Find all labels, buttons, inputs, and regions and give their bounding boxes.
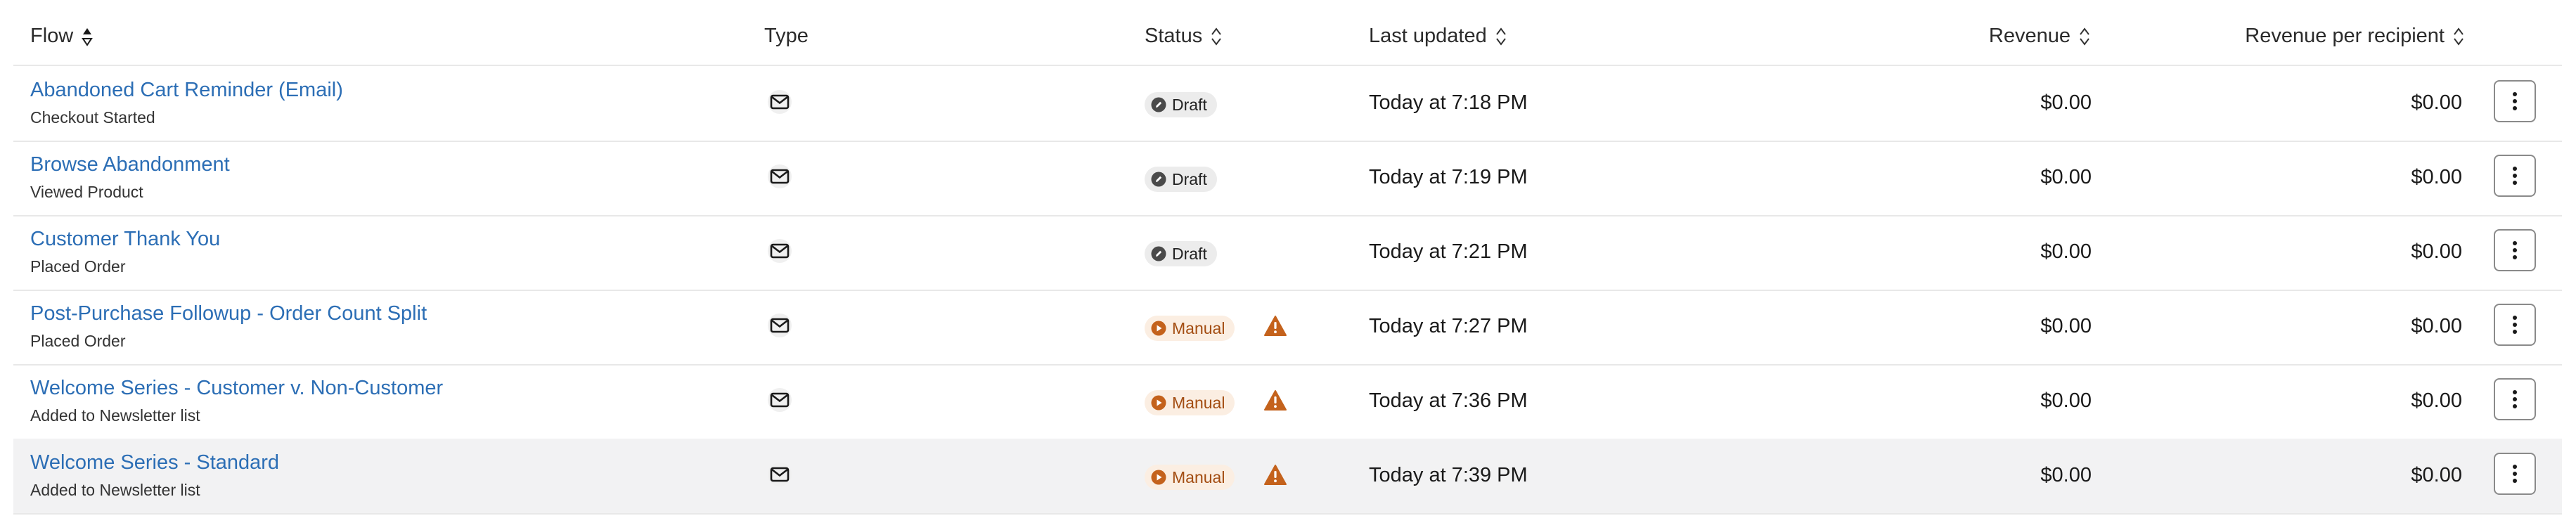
sort-icon[interactable] — [1209, 26, 1223, 47]
last-updated-text: Today at 7:36 PM — [1369, 389, 1528, 412]
row-actions-button[interactable] — [2494, 229, 2536, 271]
last-updated-text: Today at 7:19 PM — [1369, 166, 1528, 188]
status-badge: Draft — [1145, 92, 1217, 117]
envelope-icon — [768, 90, 792, 114]
table-row[interactable]: Welcome Series - Customer v. Non-Custome… — [13, 364, 2562, 440]
column-header-status[interactable]: Status — [1145, 25, 1223, 48]
more-vertical-icon — [2513, 167, 2517, 185]
more-vertical-icon — [2513, 316, 2517, 334]
revenue-value: $0.00 — [2040, 464, 2092, 486]
more-vertical-icon — [2513, 92, 2517, 110]
flow-trigger: Placed Order — [30, 332, 126, 350]
status-badge: Draft — [1145, 241, 1217, 266]
sort-icon[interactable] — [80, 26, 94, 47]
more-vertical-icon — [2513, 241, 2517, 259]
envelope-icon — [768, 463, 792, 486]
revenue-per-recipient-value: $0.00 — [2411, 315, 2462, 337]
revenue-value: $0.00 — [2040, 389, 2092, 412]
row-actions-button[interactable] — [2494, 80, 2536, 122]
flow-name-link[interactable]: Welcome Series - Standard — [30, 451, 279, 474]
pencil-icon — [1151, 172, 1166, 187]
warning-icon[interactable] — [1263, 464, 1287, 486]
column-header-revenue-per-recipient[interactable]: Revenue per recipient — [2245, 25, 2466, 48]
table-row[interactable]: Browse Abandonment Viewed Product Draft … — [13, 141, 2562, 216]
status-badge: Manual — [1145, 390, 1235, 415]
column-header-revenue[interactable]: Revenue — [1989, 25, 2092, 48]
status-badge: Manual — [1145, 316, 1235, 341]
pencil-icon — [1151, 246, 1166, 261]
table-row[interactable]: Post-Purchase Followup - Order Count Spl… — [13, 290, 2562, 366]
flow-trigger: Viewed Product — [30, 183, 143, 201]
revenue-per-recipient-value: $0.00 — [2411, 166, 2462, 188]
status-label: Manual — [1172, 393, 1225, 412]
envelope-icon — [768, 239, 792, 263]
column-label-last-updated: Last updated — [1369, 25, 1487, 47]
row-actions-button[interactable] — [2494, 304, 2536, 346]
status-badge: Manual — [1145, 465, 1235, 490]
last-updated-text: Today at 7:39 PM — [1369, 464, 1528, 486]
play-icon — [1151, 395, 1166, 411]
row-actions-button[interactable] — [2494, 453, 2536, 495]
more-vertical-icon — [2513, 465, 2517, 483]
pencil-icon — [1151, 97, 1166, 112]
envelope-icon — [768, 388, 792, 412]
revenue-per-recipient-value: $0.00 — [2411, 240, 2462, 263]
table-header: Flow Type Status Last updated Revenue Re… — [13, 0, 2562, 66]
flow-name-link[interactable]: Browse Abandonment — [30, 153, 230, 176]
status-label: Draft — [1172, 169, 1207, 188]
revenue-value: $0.00 — [2040, 240, 2092, 263]
revenue-per-recipient-value: $0.00 — [2411, 91, 2462, 114]
status-label: Manual — [1172, 467, 1225, 486]
flow-trigger: Placed Order — [30, 257, 126, 276]
revenue-per-recipient-value: $0.00 — [2411, 389, 2462, 412]
last-updated-text: Today at 7:18 PM — [1369, 91, 1528, 114]
status-label: Draft — [1172, 95, 1207, 114]
sort-icon[interactable] — [2078, 26, 2092, 47]
column-label-revenue-per-recipient: Revenue per recipient — [2245, 25, 2445, 47]
envelope-icon — [768, 164, 792, 188]
table-row[interactable]: Welcome Series - Standard Added to Newsl… — [13, 439, 2562, 515]
last-updated-text: Today at 7:27 PM — [1369, 315, 1528, 337]
column-header-type: Type — [764, 25, 809, 48]
more-vertical-icon — [2513, 390, 2517, 408]
status-badge: Draft — [1145, 167, 1217, 192]
flow-trigger: Added to Newsletter list — [30, 406, 200, 425]
row-actions-button[interactable] — [2494, 155, 2536, 197]
sort-icon[interactable] — [1494, 26, 1508, 47]
flow-name-link[interactable]: Welcome Series - Customer v. Non-Custome… — [30, 377, 443, 400]
envelope-icon — [768, 314, 792, 337]
column-header-last-updated[interactable]: Last updated — [1369, 25, 1508, 48]
flow-name-link[interactable]: Post-Purchase Followup - Order Count Spl… — [30, 302, 427, 325]
column-label-flow: Flow — [30, 25, 74, 47]
table-row[interactable]: Customer Thank You Placed Order Draft To… — [13, 215, 2562, 291]
revenue-value: $0.00 — [2040, 166, 2092, 188]
flow-trigger: Added to Newsletter list — [30, 481, 200, 499]
column-header-flow[interactable]: Flow — [30, 25, 94, 48]
status-label: Draft — [1172, 244, 1207, 263]
play-icon — [1151, 321, 1166, 336]
flow-name-link[interactable]: Customer Thank You — [30, 228, 220, 251]
revenue-value: $0.00 — [2040, 91, 2092, 114]
revenue-value: $0.00 — [2040, 315, 2092, 337]
sort-icon[interactable] — [2452, 26, 2466, 47]
flow-name-link[interactable]: Abandoned Cart Reminder (Email) — [30, 79, 343, 102]
revenue-per-recipient-value: $0.00 — [2411, 464, 2462, 486]
warning-icon[interactable] — [1263, 315, 1287, 337]
column-label-revenue: Revenue — [1988, 25, 2071, 47]
table-row[interactable]: Abandoned Cart Reminder (Email) Checkout… — [13, 66, 2562, 142]
column-label-type: Type — [764, 25, 809, 47]
play-icon — [1151, 470, 1166, 485]
row-actions-button[interactable] — [2494, 378, 2536, 420]
column-label-status: Status — [1145, 25, 1203, 47]
warning-icon[interactable] — [1263, 389, 1287, 412]
status-label: Manual — [1172, 318, 1225, 337]
last-updated-text: Today at 7:21 PM — [1369, 240, 1528, 263]
flow-trigger: Checkout Started — [30, 108, 155, 127]
